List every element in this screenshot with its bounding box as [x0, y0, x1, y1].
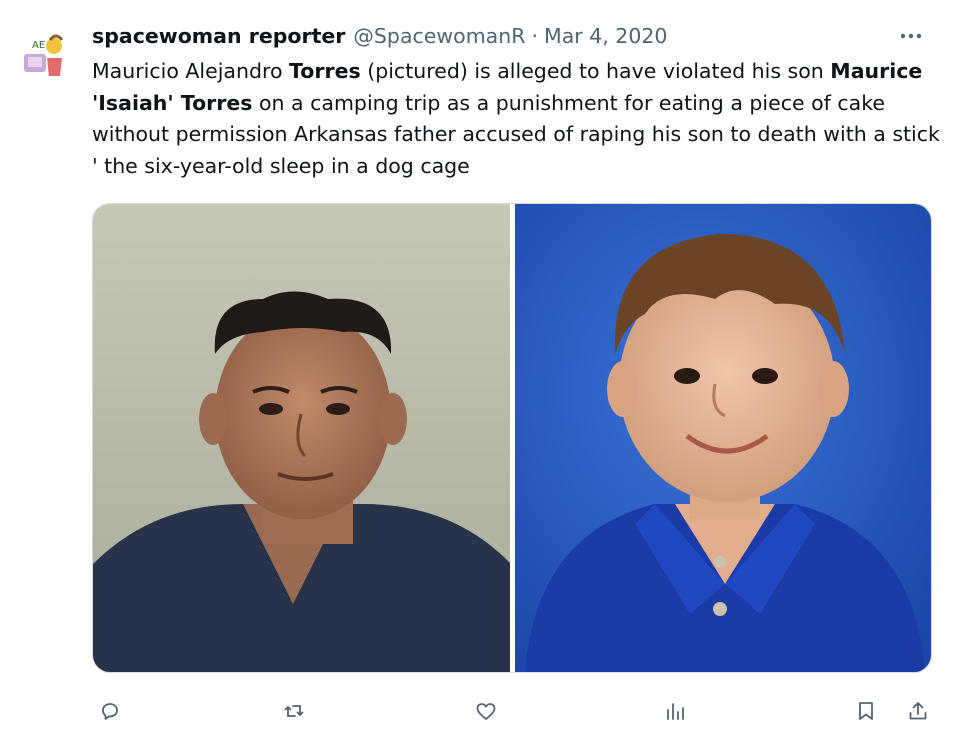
- retweet-button[interactable]: [276, 694, 312, 728]
- like-button[interactable]: [468, 694, 504, 728]
- tweet-date[interactable]: Mar 4, 2020: [544, 24, 667, 48]
- views-icon: [667, 703, 684, 720]
- views-button[interactable]: [657, 694, 693, 728]
- bookmark-icon: [859, 702, 873, 720]
- text-part: (pictured) is alleged to have violated h…: [360, 59, 831, 83]
- meta-separator: ·: [531, 24, 539, 48]
- avatar[interactable]: AE: [14, 24, 74, 84]
- more-options-button[interactable]: [896, 26, 926, 46]
- author-handle[interactable]: @SpacewomanR: [353, 24, 525, 48]
- like-icon: [476, 703, 496, 720]
- action-bar: [92, 694, 940, 728]
- tweet-header: spacewoman reporter @SpacewomanR · Mar 4…: [92, 22, 667, 50]
- text-part-bold: Torres: [289, 59, 361, 83]
- reply-button[interactable]: [92, 694, 128, 728]
- more-dots-icon: [900, 33, 922, 39]
- share-button[interactable]: [900, 694, 936, 728]
- author-name[interactable]: spacewoman reporter: [92, 24, 345, 48]
- retweet-icon: [284, 705, 304, 717]
- child-portrait-photo[interactable]: [514, 204, 931, 672]
- mugshot-photo[interactable]: [93, 204, 510, 672]
- tweet-text: Mauricio Alejandro Torres (pictured) is …: [92, 56, 942, 182]
- bookmark-button[interactable]: [848, 694, 884, 728]
- reply-icon: [102, 703, 118, 720]
- svg-text:AE: AE: [32, 40, 45, 51]
- avatar-image: AE: [14, 24, 74, 84]
- tweet-media: [92, 203, 932, 673]
- share-icon: [909, 702, 927, 720]
- text-part: Mauricio Alejandro: [92, 59, 290, 83]
